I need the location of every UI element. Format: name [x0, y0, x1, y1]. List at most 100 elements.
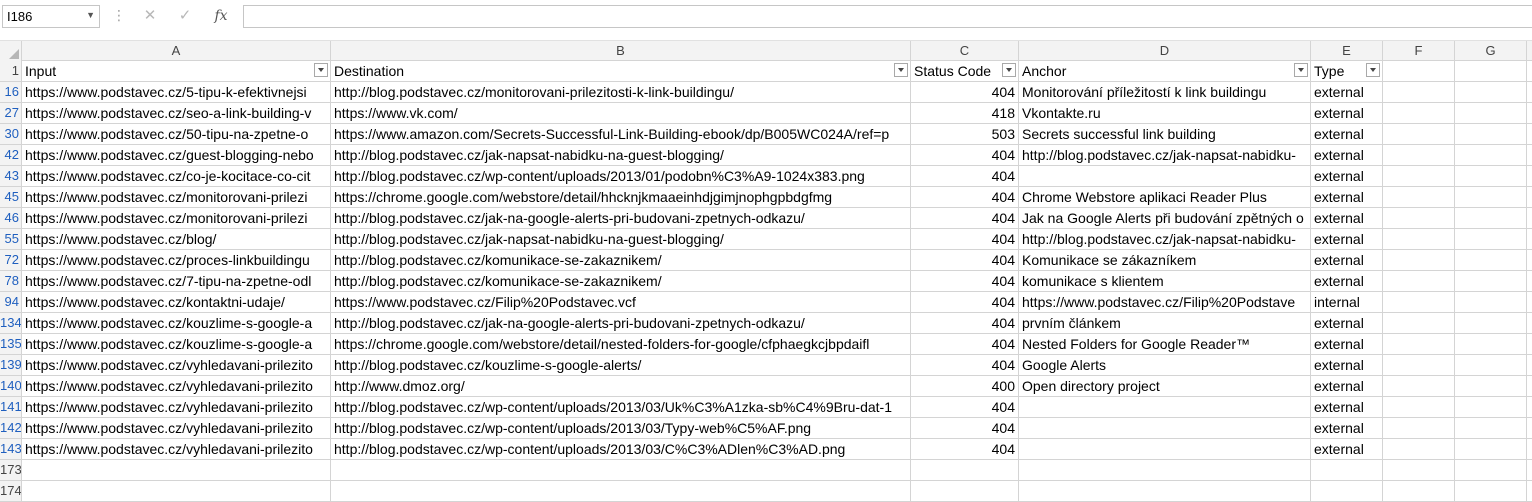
cell-anchor[interactable] — [1019, 397, 1311, 418]
cell-anchor[interactable]: Nested Folders for Google Reader™ — [1019, 334, 1311, 355]
cell[interactable] — [331, 481, 911, 502]
cell-status[interactable]: 404 — [911, 334, 1019, 355]
cell-destination[interactable]: http://blog.podstavec.cz/wp-content/uplo… — [331, 166, 911, 187]
cell[interactable] — [1383, 103, 1455, 124]
column-header-a[interactable]: A — [22, 41, 331, 61]
enter-icon[interactable]: ✓ — [173, 5, 197, 27]
cell[interactable] — [1527, 355, 1532, 376]
cell-status[interactable]: 404 — [911, 187, 1019, 208]
header-cell-anchor[interactable]: Anchor — [1019, 61, 1311, 82]
column-header-f[interactable]: F — [1383, 41, 1455, 61]
cell[interactable] — [1455, 292, 1527, 313]
row-header[interactable]: 139 — [0, 355, 22, 376]
cell[interactable] — [1527, 124, 1532, 145]
cell-input[interactable]: https://www.podstavec.cz/vyhledavani-pri… — [22, 397, 331, 418]
cell[interactable] — [1455, 145, 1527, 166]
cell-type[interactable]: internal — [1311, 292, 1383, 313]
cell[interactable] — [1527, 145, 1532, 166]
cell[interactable] — [1527, 229, 1532, 250]
cell-input[interactable]: https://www.podstavec.cz/vyhledavani-pri… — [22, 439, 331, 460]
cell[interactable] — [1383, 250, 1455, 271]
cell-destination[interactable]: http://blog.podstavec.cz/jak-napsat-nabi… — [331, 145, 911, 166]
cell-input[interactable]: https://www.podstavec.cz/monitorovani-pr… — [22, 208, 331, 229]
cell[interactable] — [1527, 271, 1532, 292]
cell[interactable] — [1455, 187, 1527, 208]
cell[interactable] — [1383, 271, 1455, 292]
cell[interactable] — [1455, 166, 1527, 187]
chevron-down-icon[interactable]: ▼ — [86, 10, 95, 20]
cell[interactable] — [1383, 355, 1455, 376]
cell-anchor[interactable]: http://blog.podstavec.cz/jak-napsat-nabi… — [1019, 145, 1311, 166]
cell-destination[interactable]: http://blog.podstavec.cz/wp-content/uplo… — [331, 439, 911, 460]
row-header[interactable]: 72 — [0, 250, 22, 271]
cell[interactable] — [1455, 439, 1527, 460]
cell-destination[interactable]: http://blog.podstavec.cz/komunikace-se-z… — [331, 250, 911, 271]
cell[interactable] — [1455, 250, 1527, 271]
cell[interactable] — [1311, 460, 1383, 481]
cell[interactable] — [1383, 418, 1455, 439]
cell-destination[interactable]: http://blog.podstavec.cz/jak-na-google-a… — [331, 208, 911, 229]
cell-type[interactable]: external — [1311, 229, 1383, 250]
column-header-g[interactable]: G — [1455, 41, 1527, 61]
cell-anchor[interactable]: Vkontakte.ru — [1019, 103, 1311, 124]
cell[interactable] — [1455, 61, 1527, 82]
row-header[interactable]: 142 — [0, 418, 22, 439]
cell-anchor[interactable]: Open directory project — [1019, 376, 1311, 397]
cell[interactable] — [1455, 103, 1527, 124]
cell-input[interactable]: https://www.podstavec.cz/vyhledavani-pri… — [22, 355, 331, 376]
cell-destination[interactable]: http://blog.podstavec.cz/jak-na-google-a… — [331, 313, 911, 334]
cell[interactable] — [1527, 334, 1532, 355]
cell[interactable] — [1455, 208, 1527, 229]
cell[interactable] — [1383, 145, 1455, 166]
cell-type[interactable]: external — [1311, 208, 1383, 229]
cell-anchor[interactable]: Chrome Webstore aplikaci Reader Plus — [1019, 187, 1311, 208]
cell-type[interactable]: external — [1311, 166, 1383, 187]
cell-input[interactable]: https://www.podstavec.cz/seo-a-link-buil… — [22, 103, 331, 124]
cell-status[interactable]: 404 — [911, 439, 1019, 460]
cell[interactable] — [1455, 124, 1527, 145]
row-header[interactable]: 135 — [0, 334, 22, 355]
row-header[interactable]: 134 — [0, 313, 22, 334]
cell[interactable] — [1455, 229, 1527, 250]
cell-destination[interactable]: https://www.vk.com/ — [331, 103, 911, 124]
cell[interactable] — [1527, 208, 1532, 229]
cell[interactable] — [911, 460, 1019, 481]
cell[interactable] — [1527, 460, 1532, 481]
cell[interactable] — [1455, 418, 1527, 439]
cell[interactable] — [1527, 481, 1532, 502]
cell[interactable] — [1455, 313, 1527, 334]
cell-type[interactable]: external — [1311, 376, 1383, 397]
header-cell-type[interactable]: Type — [1311, 61, 1383, 82]
cell[interactable] — [911, 481, 1019, 502]
cell[interactable] — [1383, 397, 1455, 418]
cell-input[interactable]: https://www.podstavec.cz/monitorovani-pr… — [22, 187, 331, 208]
row-header[interactable]: 42 — [0, 145, 22, 166]
cell-status[interactable]: 404 — [911, 82, 1019, 103]
cell-input[interactable]: https://www.podstavec.cz/kouzlime-s-goog… — [22, 334, 331, 355]
cell-destination[interactable]: https://www.amazon.com/Secrets-Successfu… — [331, 124, 911, 145]
cell-status[interactable]: 404 — [911, 271, 1019, 292]
cell-status[interactable]: 404 — [911, 292, 1019, 313]
cell[interactable] — [1383, 229, 1455, 250]
select-all-button[interactable] — [0, 41, 22, 61]
cell-type[interactable]: external — [1311, 397, 1383, 418]
cell-input[interactable]: https://www.podstavec.cz/blog/ — [22, 229, 331, 250]
cell-input[interactable]: https://www.podstavec.cz/7-tipu-na-zpetn… — [22, 271, 331, 292]
cell-status[interactable]: 404 — [911, 145, 1019, 166]
cell[interactable] — [1527, 103, 1532, 124]
row-header[interactable]: 143 — [0, 439, 22, 460]
cell-status[interactable]: 418 — [911, 103, 1019, 124]
cell-type[interactable]: external — [1311, 313, 1383, 334]
name-box[interactable]: I186 ▼ — [2, 5, 100, 28]
cell[interactable] — [1383, 481, 1455, 502]
cell-status[interactable]: 404 — [911, 250, 1019, 271]
cell-type[interactable]: external — [1311, 82, 1383, 103]
cell[interactable] — [1383, 292, 1455, 313]
cell[interactable] — [1383, 61, 1455, 82]
cell[interactable] — [1527, 61, 1532, 82]
cell-destination[interactable]: https://www.podstavec.cz/Filip%20Podstav… — [331, 292, 911, 313]
cell[interactable] — [1383, 313, 1455, 334]
cell-status[interactable]: 404 — [911, 313, 1019, 334]
cell-status[interactable]: 404 — [911, 166, 1019, 187]
cell[interactable] — [1527, 292, 1532, 313]
